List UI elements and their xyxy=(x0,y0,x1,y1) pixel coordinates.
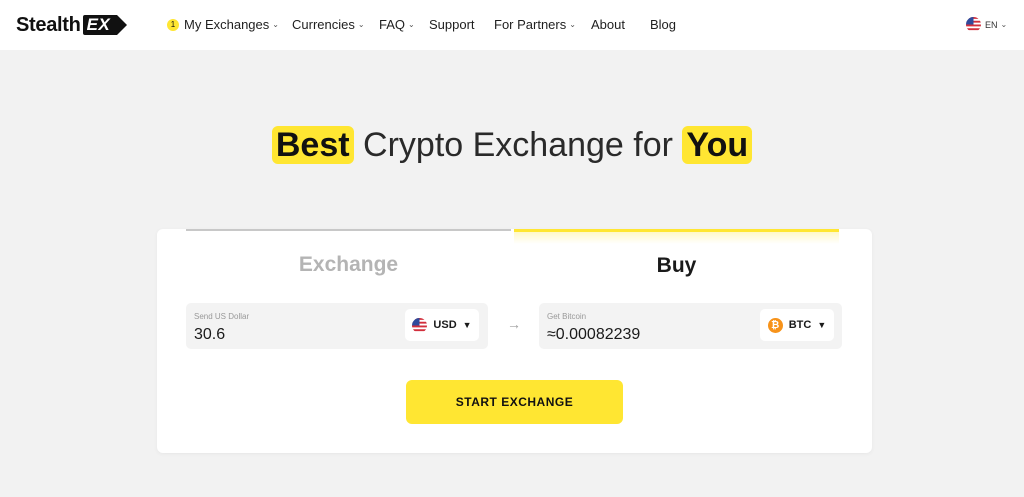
chevron-down-icon: ⌄ xyxy=(569,20,576,29)
start-exchange-button[interactable]: START EXCHANGE xyxy=(406,380,623,424)
send-currency-select[interactable]: USD ▼ xyxy=(405,309,479,341)
nav-for-partners[interactable]: For Partners ⌄ xyxy=(494,17,576,33)
arrow-right-icon: → xyxy=(507,316,521,332)
get-amount-input[interactable] xyxy=(547,326,737,344)
language-code: EN xyxy=(985,19,998,30)
chevron-down-icon: ⌄ xyxy=(272,20,279,29)
nav-faq[interactable]: FAQ ⌄ xyxy=(379,17,415,33)
send-label: Send US Dollar xyxy=(194,312,250,321)
hero-middle-text: Crypto Exchange for xyxy=(363,126,673,164)
nav-support-label: Support xyxy=(429,17,475,32)
get-currency-select[interactable]: ₿ BTC ▼ xyxy=(760,309,834,341)
nav-currencies[interactable]: Currencies ⌄ xyxy=(292,17,365,33)
nav-blog[interactable]: Blog xyxy=(650,17,676,33)
tab-buy[interactable]: Buy xyxy=(514,229,839,289)
caret-down-icon: ▼ xyxy=(462,320,472,330)
us-flag-icon xyxy=(966,17,981,32)
logo[interactable]: Stealth EX xyxy=(16,13,127,37)
nav-blog-label: Blog xyxy=(650,17,677,32)
bitcoin-icon: ₿ xyxy=(767,317,783,333)
logo-badge: EX xyxy=(82,15,127,35)
nav-currencies-label: Currencies xyxy=(292,17,355,32)
us-flag-icon xyxy=(412,317,428,333)
nav-support[interactable]: Support xyxy=(429,17,475,33)
exchange-widget: Exchange Buy Send US Dollar USD ▼ → Get … xyxy=(157,229,872,453)
hero-highlight-you: You xyxy=(682,126,753,164)
hero-title: Best Crypto Exchange for You xyxy=(0,122,1024,168)
send-currency-code: USD xyxy=(433,319,457,331)
get-field: Get Bitcoin ₿ BTC ▼ xyxy=(539,303,842,349)
top-header: Stealth EX 1 My Exchanges ⌄ Currencies ⌄… xyxy=(0,0,1024,50)
nav-my-exchanges-label: My Exchanges xyxy=(184,17,270,32)
exchanges-count-badge: 1 xyxy=(167,19,179,31)
logo-text: Stealth xyxy=(16,14,81,36)
nav-for-partners-label: For Partners xyxy=(494,17,567,32)
hero-highlight-best: Best xyxy=(271,126,354,164)
chevron-down-icon: ⌄ xyxy=(1000,20,1008,29)
send-field: Send US Dollar USD ▼ xyxy=(186,303,488,349)
chevron-down-icon: ⌄ xyxy=(408,20,415,29)
get-currency-code: BTC xyxy=(788,319,812,331)
chevron-down-icon: ⌄ xyxy=(357,20,365,29)
nav-about[interactable]: About xyxy=(591,17,625,33)
nav-my-exchanges[interactable]: 1 My Exchanges ⌄ xyxy=(167,17,279,33)
language-selector[interactable]: EN ⌄ xyxy=(966,17,1007,32)
tab-exchange[interactable]: Exchange xyxy=(186,229,511,289)
get-label: Get Bitcoin xyxy=(547,312,587,321)
caret-down-icon: ▼ xyxy=(817,320,827,330)
logo-badge-label: EX xyxy=(86,15,111,34)
nav-about-label: About xyxy=(591,17,625,32)
nav-faq-label: FAQ xyxy=(379,17,406,32)
send-amount-input[interactable] xyxy=(194,326,384,344)
